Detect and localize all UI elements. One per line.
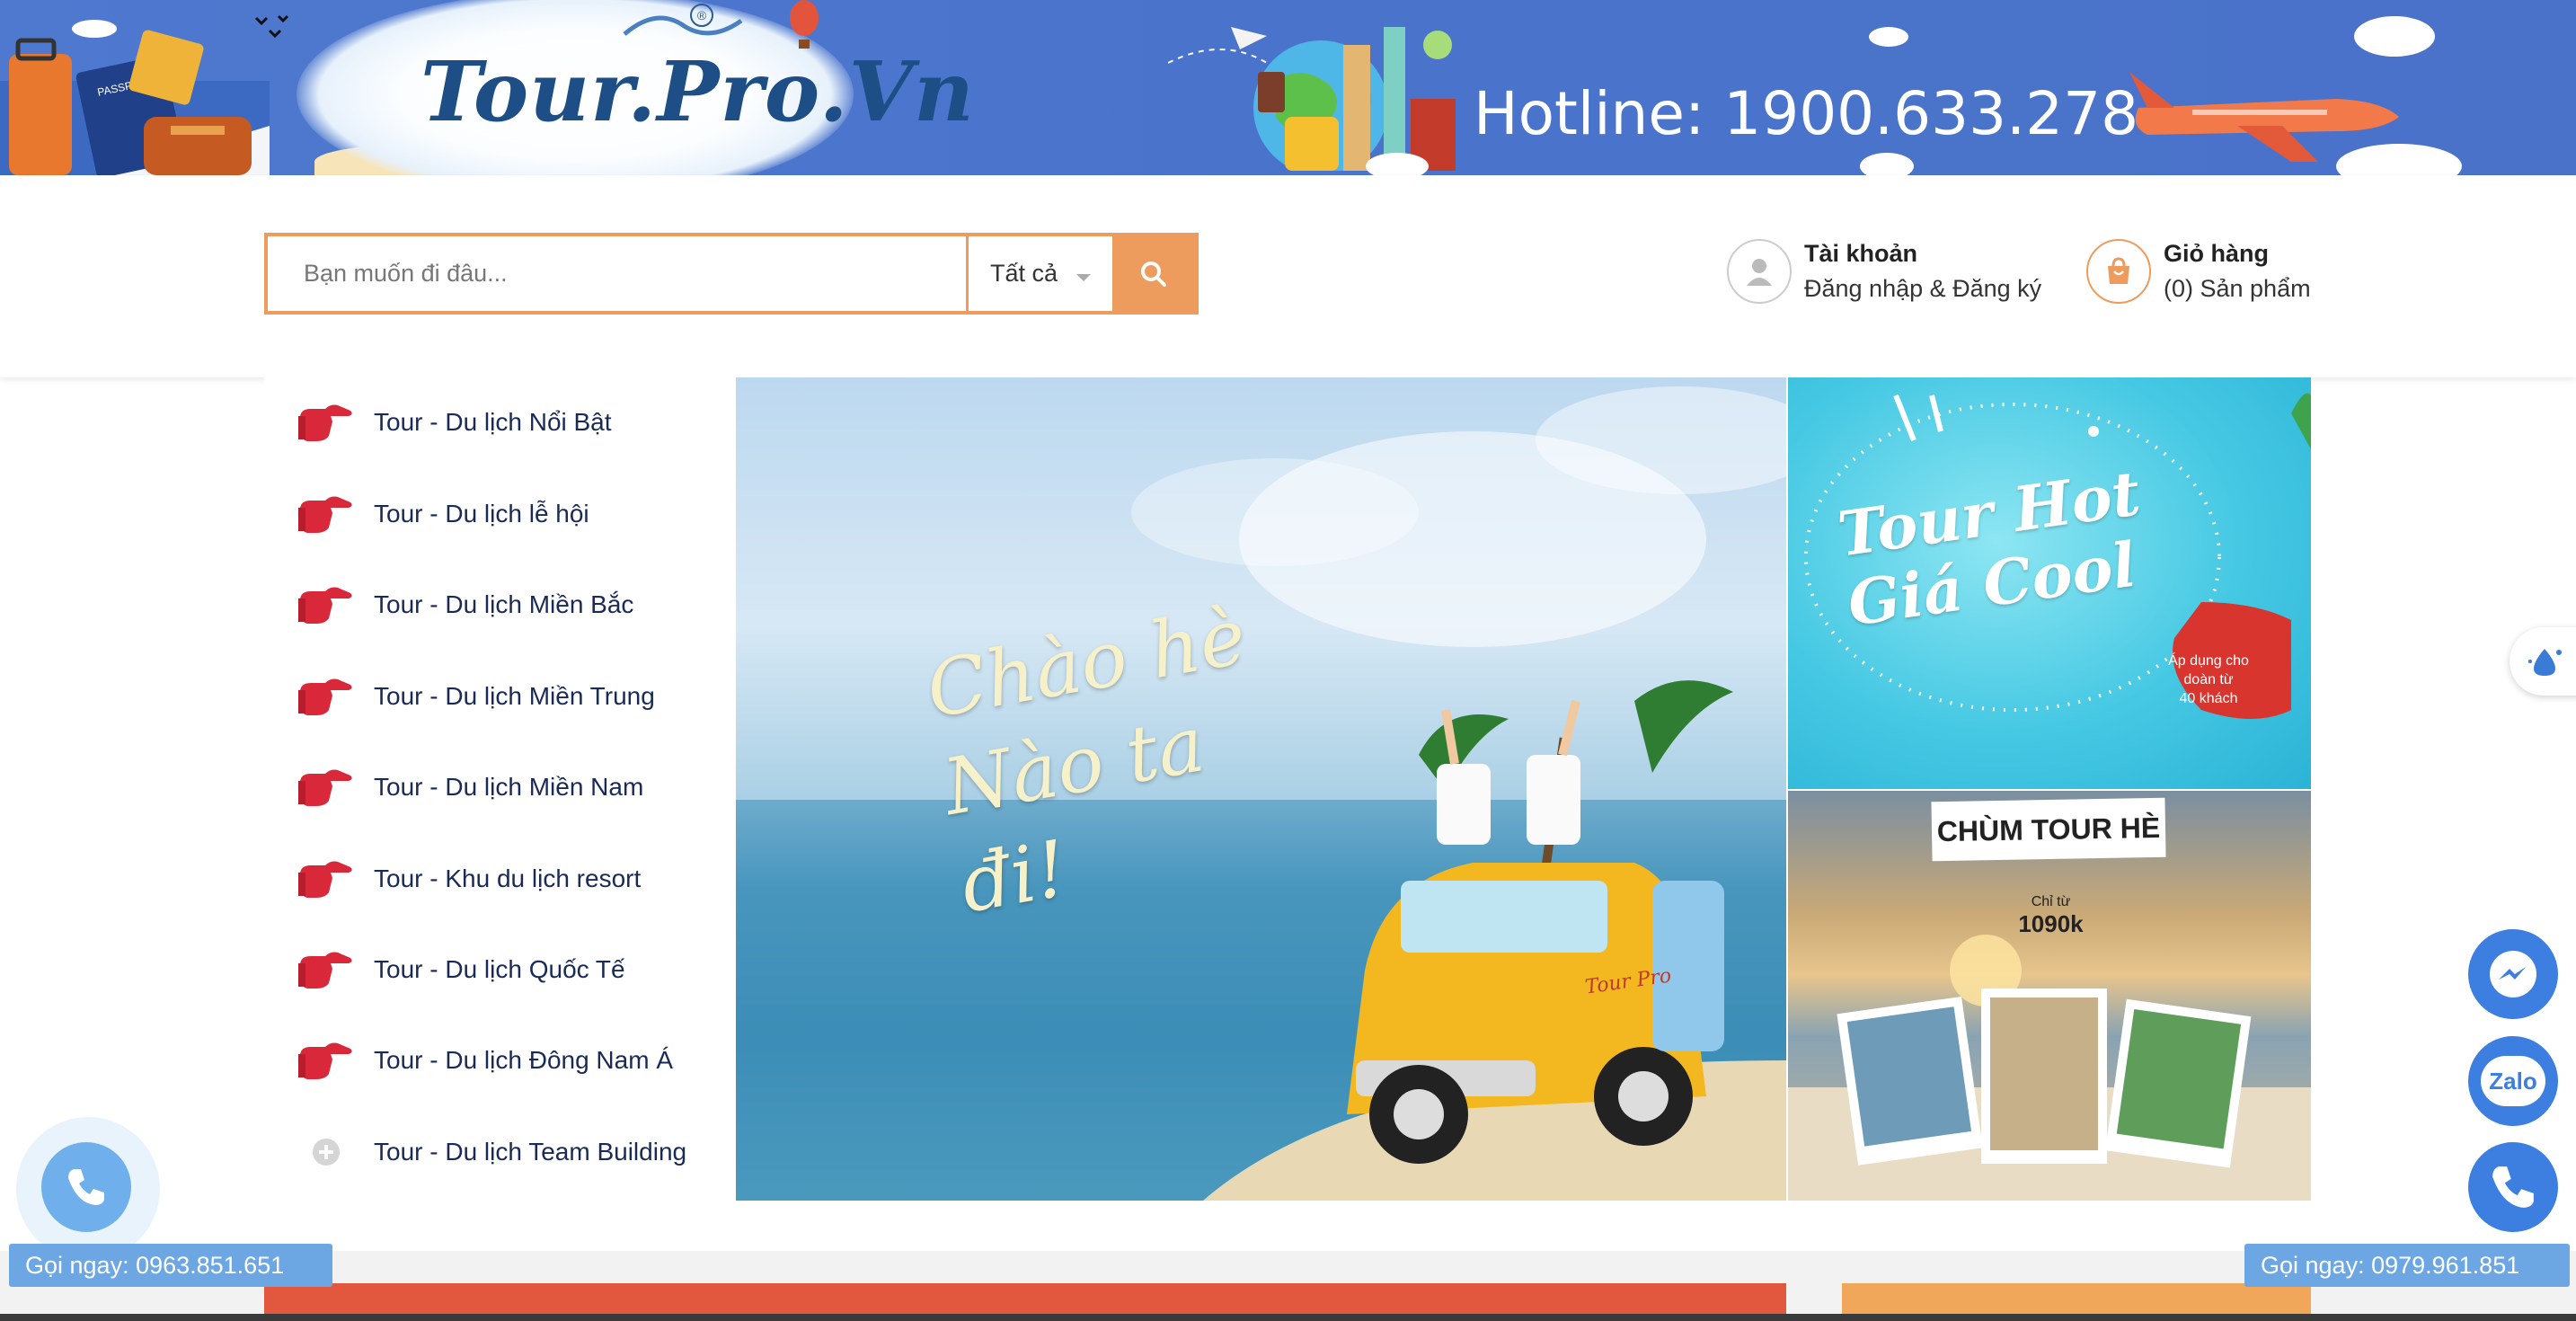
category-sidebar: Tour - Du lịch Nổi Bật Tour - Du lịch lễ… <box>264 377 736 1201</box>
sidebar-item-noi-bat[interactable]: Tour - Du lịch Nổi Bật <box>264 377 736 467</box>
main-promo-banner[interactable]: Chào hè Nào ta đi! Tour Pro <box>736 377 1786 1201</box>
user-icon <box>1727 239 1792 304</box>
price-value: 1090k <box>2018 910 2084 937</box>
birds-icon <box>254 14 289 39</box>
cart-count: (0) Sản phẩm <box>2164 275 2311 302</box>
category-select-value: Tất cả <box>990 260 1058 287</box>
tour-hot-banner[interactable]: Tour Hot Giá Cool Áp dụng cho doàn từ 40… <box>1788 377 2311 789</box>
call-button-right[interactable] <box>2468 1142 2558 1232</box>
pointing-hand-icon <box>297 492 356 536</box>
cloud-decoration <box>1366 153 1429 175</box>
zalo-icon: Zalo <box>2481 1056 2545 1106</box>
shopping-bag-icon <box>2086 239 2151 304</box>
plus-circle-icon <box>297 1130 356 1175</box>
top-banner: PASSPORT Tour.Pro.Vn ® Hotline: 1900.633… <box>0 0 2576 175</box>
account-subtitle[interactable]: Đăng nhập & Đăng ký <box>1804 275 2041 303</box>
pointing-hand-icon <box>297 856 356 901</box>
sidebar-item-label: Tour - Du lịch Nổi Bật <box>374 408 612 436</box>
travel-luggage-illustration: PASSPORT <box>0 30 270 175</box>
sidebar-item-quoc-te[interactable]: Tour - Du lịch Quốc Tế <box>264 925 736 1015</box>
account-link[interactable]: Tài khoản Đăng nhập & Đăng ký <box>1727 239 2041 304</box>
site-logo[interactable]: Tour.Pro.Vn <box>420 43 975 140</box>
zalo-button[interactable]: Zalo <box>2468 1036 2558 1126</box>
pointing-hand-icon <box>297 400 356 445</box>
hotline-text[interactable]: Hotline: 1900.633.278 <box>1474 79 2138 148</box>
globe-landmarks-illustration <box>1168 27 1456 171</box>
price-tag: Chỉ từ 1090k <box>2013 894 2089 938</box>
page-bottom-edge <box>0 1314 2576 1321</box>
search-icon <box>1141 261 1166 287</box>
sidebar-item-mien-nam[interactable]: Tour - Du lịch Miền Nam <box>264 742 736 832</box>
sidebar-item-le-hoi[interactable]: Tour - Du lịch lễ hội <box>264 469 736 559</box>
search-bar: Tất cả <box>264 233 1199 315</box>
cloud-decoration <box>2354 16 2435 57</box>
price-prefix: Chỉ từ <box>2031 894 2071 909</box>
accessibility-widget[interactable] <box>2510 627 2576 696</box>
phone-icon <box>68 1169 104 1205</box>
cloud-decoration <box>72 20 117 38</box>
sidebar-item-label: Tour - Du lịch Quốc Tế <box>374 955 625 983</box>
cloud-decoration <box>1860 153 1914 175</box>
sidebar-item-label: Tour - Du lịch Team Building <box>374 1138 687 1166</box>
messenger-icon <box>2490 951 2536 997</box>
call-chip-right[interactable]: Gọi ngay: 0979.961.851 <box>2244 1244 2570 1287</box>
sidebar-item-resort[interactable]: Tour - Khu du lịch resort <box>264 834 736 924</box>
account-title: Tài khoản <box>1804 240 1918 267</box>
sidebar-item-mien-bac[interactable]: Tour - Du lịch Miền Bắc <box>264 560 736 650</box>
pointing-hand-icon <box>297 674 356 719</box>
water-drop-icon <box>2528 649 2562 676</box>
pointing-hand-icon <box>297 582 356 627</box>
chum-tour-he-banner[interactable]: CHÙM TOUR HÈ Chỉ từ 1090k <box>1788 791 2311 1201</box>
wave-decoration <box>623 15 743 36</box>
sidebar-item-label: Tour - Du lịch Miền Bắc <box>374 590 634 618</box>
search-button[interactable] <box>1112 236 1195 311</box>
sidebar-item-label: Tour - Du lịch Miền Trung <box>374 682 655 710</box>
category-select[interactable]: Tất cả <box>969 236 1112 311</box>
hot-air-balloon-icon <box>790 0 819 49</box>
cart-link[interactable]: Giỏ hàng (0) Sản phẩm <box>2086 239 2311 304</box>
banner-script-text: Chào hè Nào ta đi! <box>920 591 1253 931</box>
call-chip-left[interactable]: Gọi ngay: 0963.851.651 <box>9 1244 332 1287</box>
pointing-hand-icon <box>297 947 356 992</box>
cloud-decoration <box>1869 27 1908 47</box>
sidebar-item-mien-trung[interactable]: Tour - Du lịch Miền Trung <box>264 652 736 741</box>
sidebar-item-label: Tour - Du lịch Đông Nam Á <box>374 1046 674 1074</box>
sidebar-item-label: Tour - Du lịch Miền Nam <box>374 773 644 801</box>
messenger-button[interactable] <box>2468 929 2558 1019</box>
summer-title: CHÙM TOUR HÈ <box>1931 797 2166 862</box>
cart-title: Giỏ hàng <box>2164 240 2269 267</box>
chevron-down-icon <box>1076 274 1091 281</box>
sidebar-item-label: Tour - Khu du lịch resort <box>374 864 642 892</box>
search-input[interactable] <box>268 236 966 311</box>
call-button-left[interactable] <box>41 1142 131 1232</box>
sidebar-item-label: Tour - Du lịch lễ hội <box>374 500 589 528</box>
pointing-hand-icon <box>297 765 356 810</box>
sidebar-item-dong-nam-a[interactable]: Tour - Du lịch Đông Nam Á <box>264 1015 736 1105</box>
pointing-hand-icon <box>297 1038 356 1083</box>
phone-icon <box>2492 1166 2534 1208</box>
tour-hot-badge: Áp dụng cho doàn từ 40 khách <box>2168 653 2249 706</box>
sidebar-item-team-building[interactable]: Tour - Du lịch Team Building <box>264 1107 736 1197</box>
